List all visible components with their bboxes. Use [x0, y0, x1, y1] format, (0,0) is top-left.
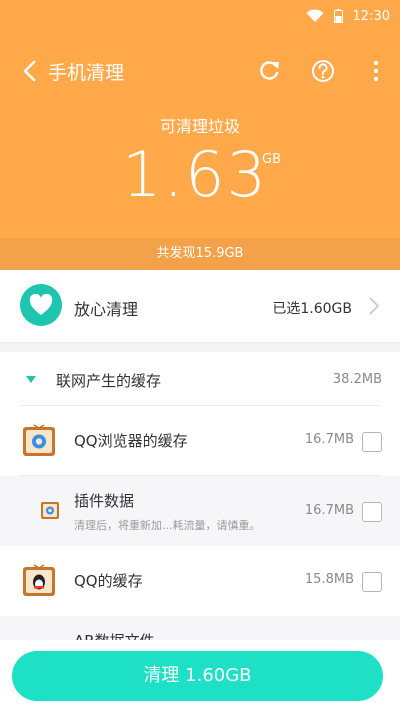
- item-size: 16.7MB: [304, 503, 354, 518]
- chevron-right-icon: [369, 297, 380, 315]
- page-title: 手机清理: [48, 62, 125, 84]
- plugin-picture-icon: [41, 502, 59, 519]
- item-title: QQ的缓存: [74, 572, 143, 590]
- status-time: 12:30: [352, 8, 390, 24]
- item-size: 16.7MB: [304, 432, 354, 447]
- list-item[interactable]: 插件数据 清理后，将重新加...耗流量，请慎重。 16.7MB: [0, 476, 400, 546]
- heart-icon: [29, 294, 53, 315]
- more-options-icon[interactable]: [363, 58, 389, 84]
- item-title: 插件数据: [74, 492, 135, 510]
- battery-icon: [333, 9, 343, 23]
- safe-clean-label: 放心清理: [74, 300, 139, 319]
- junk-subtitle: 可清理垃圾: [159, 117, 240, 136]
- selected-size: 已选1.60GB: [272, 301, 352, 317]
- found-total: 共发现15.9GB: [0, 238, 400, 270]
- group-title: 联网产生的缓存: [56, 372, 162, 390]
- header: 12:30 手机清理 可清理垃圾 1.63 GB 共发现15.9GB: [0, 0, 400, 270]
- refresh-icon[interactable]: [256, 58, 282, 84]
- help-icon[interactable]: [310, 58, 336, 84]
- browser-picture-icon: [23, 424, 55, 456]
- item-checkbox[interactable]: [362, 572, 382, 592]
- item-title: QQ浏览器的缓存: [74, 432, 188, 450]
- list-item[interactable]: AR数据文件: [0, 616, 400, 642]
- clean-button[interactable]: 清理 1.60GB: [12, 651, 383, 701]
- item-checkbox[interactable]: [362, 432, 382, 452]
- item-description: 清理后，将重新加...耗流量，请慎重。: [74, 519, 261, 532]
- item-size: 15.8MB: [304, 572, 354, 587]
- qq-penguin-picture-icon: [23, 564, 55, 596]
- bottom-bar: 清理 1.60GB: [0, 640, 400, 711]
- group-size: 38.2MB: [332, 372, 382, 387]
- junk-amount: 1.63: [122, 138, 269, 211]
- status-bar: 12:30: [306, 6, 390, 26]
- back-arrow-icon[interactable]: [20, 60, 40, 82]
- safe-clean-row[interactable]: 放心清理 已选1.60GB: [0, 270, 400, 343]
- title-bar: 手机清理: [0, 52, 400, 92]
- wifi-icon: [306, 9, 324, 22]
- junk-unit: GB: [262, 152, 281, 167]
- expand-triangle-icon: [26, 376, 36, 383]
- item-checkbox[interactable]: [362, 502, 382, 522]
- list-item[interactable]: QQ的缓存 15.8MB: [0, 546, 400, 616]
- list-item[interactable]: QQ浏览器的缓存 16.7MB: [0, 406, 400, 476]
- group-header[interactable]: 联网产生的缓存 38.2MB: [0, 352, 400, 406]
- heart-badge: [20, 284, 62, 326]
- cache-list: 联网产生的缓存 38.2MB QQ浏览器的缓存 16.7MB 插件数据 清理后，…: [0, 352, 400, 642]
